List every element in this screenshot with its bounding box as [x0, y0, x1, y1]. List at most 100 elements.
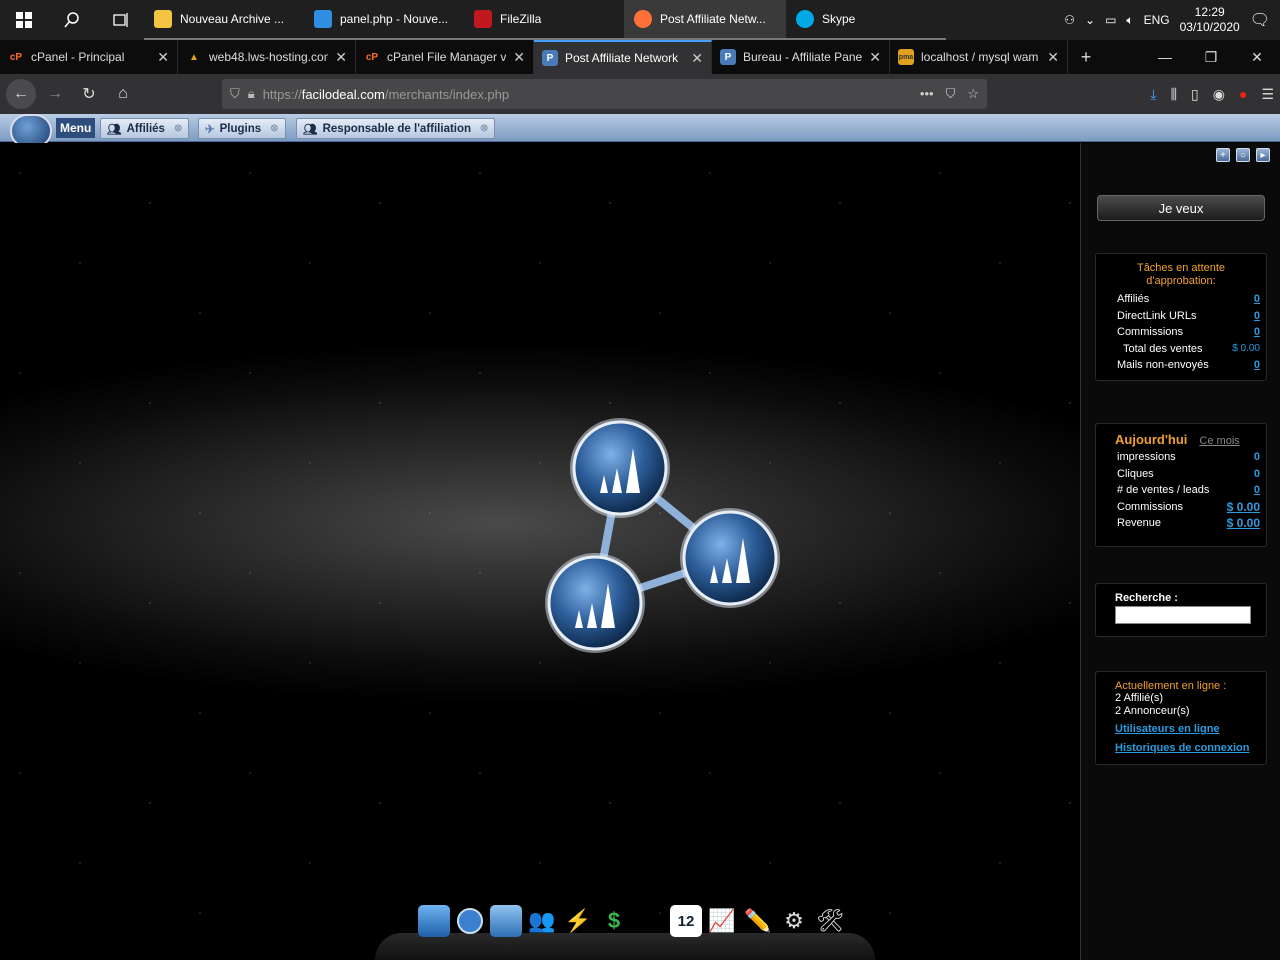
stats-link[interactable]: $ 0.00 [1227, 516, 1260, 530]
close-window-icon[interactable]: ✕ [1234, 40, 1280, 74]
plugins-icon[interactable]: 🛠 [814, 905, 846, 937]
stats-link[interactable]: $ 0.00 [1227, 500, 1260, 514]
close-tab-icon[interactable]: ✕ [691, 50, 703, 67]
close-tab-icon[interactable]: ✕ [1047, 49, 1059, 66]
menu-tab-plugins[interactable]: ✈ Plugins ⊗ [198, 118, 286, 139]
search-input[interactable] [1115, 606, 1251, 624]
account-icon[interactable]: ◉ [1213, 86, 1225, 103]
search-icon[interactable] [48, 0, 96, 40]
panel-tools: + ○ ▸ [1216, 148, 1270, 162]
taskbar-app-firefox[interactable]: Post Affiliate Netw... [624, 0, 786, 40]
dock-base [375, 933, 875, 960]
stats-box: Aujourd'hui Ce mois impressions 0 Cliques… [1095, 423, 1267, 547]
close-tab-icon[interactable]: ✕ [869, 49, 881, 66]
pending-count-link[interactable]: 0 [1254, 326, 1260, 338]
browser-tab[interactable]: pma localhost / mysql wam ✕ [890, 40, 1068, 74]
pending-count-link[interactable]: 0 [1254, 293, 1260, 305]
hamburger-menu-icon[interactable]: ☰ [1261, 86, 1274, 103]
menu-button[interactable]: Menu [56, 118, 96, 138]
extension-icon[interactable]: ● [1239, 86, 1247, 102]
tab-today[interactable]: Aujourd'hui [1115, 432, 1187, 447]
browser-navbar: ← → ↻ ⌂ ⛉ 🔒︎ https://facilodeal.com/merc… [0, 74, 1280, 114]
menu-tab-affiliates[interactable]: 👥︎ Affiliés ⊗ [100, 118, 190, 139]
restore-icon[interactable]: ❐ [1188, 40, 1234, 74]
pending-row: DirectLink URLs 0 [1096, 308, 1266, 325]
notification-icon[interactable]: 🗨︎ [1250, 10, 1270, 30]
browser-tab-strip: cP cPanel - Principal ✕ ▲ web48.lws-host… [0, 40, 1280, 74]
taskbar-app-archive[interactable]: Nouveau Archive ... [144, 0, 304, 40]
calendar-icon[interactable]: 12 [670, 905, 702, 937]
library-icon[interactable]: ⫼ [1171, 86, 1177, 103]
banners-icon[interactable]: 🗂 [634, 905, 666, 937]
clock[interactable]: 12:29 03/10/2020 [1180, 5, 1240, 35]
browser-tab[interactable]: cP cPanel File Manager v ✕ [356, 40, 534, 74]
reports-icon[interactable]: 📈 [706, 905, 738, 937]
tab-title: cPanel - Principal [31, 50, 125, 64]
task-view-icon[interactable] [96, 0, 144, 40]
network-icon[interactable]: ▭ [1105, 13, 1116, 27]
taskbar-app-filezilla[interactable]: FileZilla [464, 0, 624, 40]
sidebar-icon[interactable]: ▯ [1191, 86, 1199, 103]
page-actions-icon[interactable]: ••• [920, 86, 934, 102]
online-merchants: 2 Annonceur(s) [1115, 705, 1190, 717]
back-button[interactable]: ← [6, 79, 36, 109]
add-icon[interactable]: + [1216, 148, 1230, 162]
close-icon[interactable]: ⊗ [174, 123, 182, 134]
volume-icon[interactable]: 🔈︎ [1126, 13, 1133, 28]
money-icon[interactable]: $ [598, 905, 630, 937]
stats-row: Commissions $ 0.00 [1096, 499, 1266, 516]
taskbar-app-vscode[interactable]: panel.php - Nouve... [304, 0, 464, 40]
mail-icon[interactable] [490, 905, 522, 937]
online-users-link[interactable]: Utilisateurs en ligne [1096, 718, 1266, 735]
taskbar-app-label: Post Affiliate Netw... [660, 12, 766, 26]
je-veux-button[interactable]: Je veux [1097, 195, 1265, 221]
menu-tab-affiliate-manager[interactable]: 👥︎ Responsable de l'affiliation ⊗ [296, 118, 496, 139]
browser-tab-active[interactable]: P Post Affiliate Network ✕ [534, 40, 712, 74]
login-history-link[interactable]: Historiques de connexion [1096, 735, 1266, 754]
close-tab-icon[interactable]: ✕ [335, 49, 347, 66]
lock-icon[interactable]: 🔒︎ [248, 86, 255, 102]
pending-count-link[interactable]: 0 [1254, 359, 1260, 371]
pending-label: Total des ventes [1123, 342, 1203, 355]
right-panel: + ○ ▸ Je veux Tâches en attente d'approb… [1080, 143, 1280, 960]
chevron-up-icon[interactable]: ⌄ [1085, 13, 1095, 27]
bookmark-star-icon[interactable]: ☆ [967, 86, 979, 102]
stats-row: Revenue $ 0.00 [1096, 515, 1266, 532]
close-tab-icon[interactable]: ✕ [513, 49, 525, 66]
language-indicator[interactable]: ENG [1144, 13, 1170, 27]
pending-row: Mails non-envoyés 0 [1096, 357, 1266, 374]
browser-tab[interactable]: P Bureau - Affiliate Pane ✕ [712, 40, 890, 74]
home-button[interactable]: ⌂ [108, 79, 138, 109]
pending-label: DirectLink URLs [1117, 309, 1197, 322]
shield-icon[interactable]: ⛉ [230, 86, 240, 102]
globe-icon[interactable] [454, 905, 486, 937]
forward-button[interactable]: → [40, 79, 70, 109]
tab-this-month[interactable]: Ce mois [1199, 435, 1239, 447]
desktop-icon[interactable] [418, 905, 450, 937]
lightning-icon[interactable]: ⚡ [562, 905, 594, 937]
browser-tab[interactable]: ▲ web48.lws-hosting.com ✕ [178, 40, 356, 74]
pocket-icon[interactable]: ⛉ [946, 86, 956, 102]
windows-start-icon[interactable] [0, 0, 48, 40]
people-icon[interactable]: ⚇ [1064, 13, 1075, 27]
tab-title: Post Affiliate Network [565, 51, 679, 65]
url-text[interactable]: https://facilodeal.com/merchants/index.p… [263, 87, 509, 102]
close-icon[interactable]: ⊗ [270, 123, 278, 134]
close-tab-icon[interactable]: ✕ [157, 49, 169, 66]
address-bar[interactable]: ⛉ 🔒︎ https://facilodeal.com/merchants/in… [222, 79, 987, 109]
minimize-icon[interactable]: — [1142, 40, 1188, 74]
stats-link[interactable]: 0 [1254, 484, 1260, 496]
browser-tab[interactable]: cP cPanel - Principal ✕ [0, 40, 178, 74]
settings-icon[interactable]: ⚙ [778, 905, 810, 937]
pending-count-link[interactable]: 0 [1254, 310, 1260, 322]
pending-tasks-box: Tâches en attente d'approbation: Affilié… [1095, 253, 1267, 381]
taskbar-app-skype[interactable]: Skype [786, 0, 946, 40]
new-tab-button[interactable]: + [1068, 40, 1104, 74]
tools-icon[interactable]: ✏️ [742, 905, 774, 937]
settings-icon[interactable]: ○ [1236, 148, 1250, 162]
arrow-right-icon[interactable]: ▸ [1256, 148, 1270, 162]
download-icon[interactable]: ⤓ [1150, 86, 1156, 103]
close-icon[interactable]: ⊗ [480, 123, 488, 134]
reload-button[interactable]: ↻ [74, 79, 104, 109]
users-icon[interactable]: 👥 [526, 905, 558, 937]
